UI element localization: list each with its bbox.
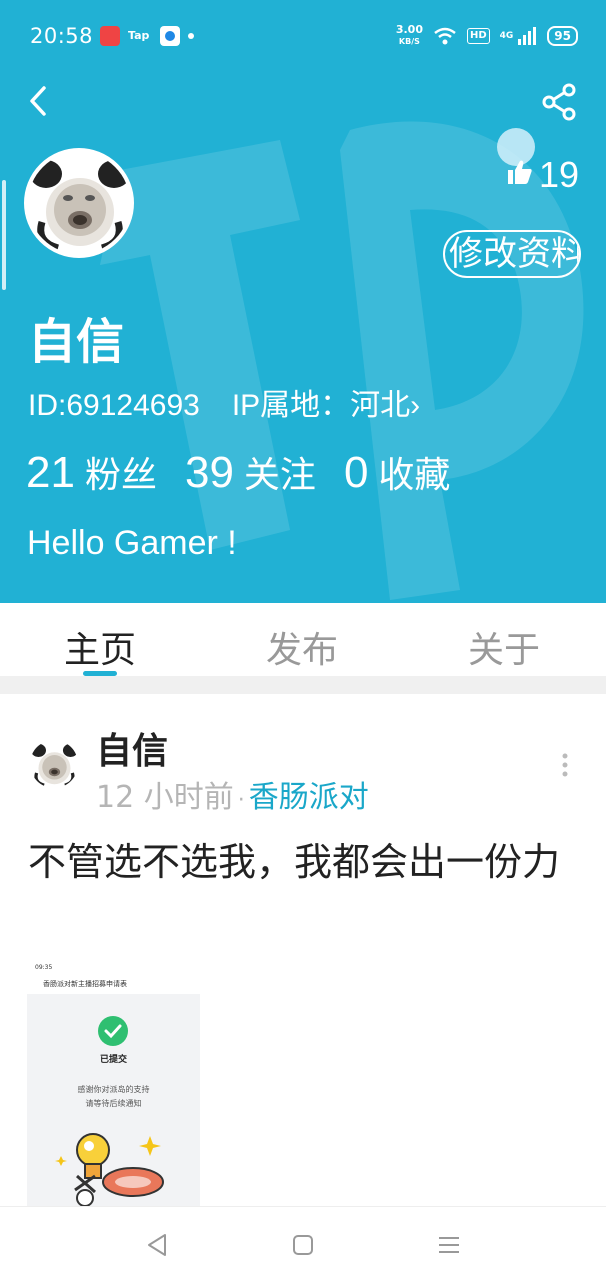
following-label[interactable]: 关注: [244, 446, 316, 498]
tab-posts[interactable]: 发布: [266, 621, 338, 673]
post-author-avatar[interactable]: [30, 740, 78, 788]
panda-face-avatar-image: [28, 152, 130, 254]
favorites-count[interactable]: 0: [344, 448, 368, 498]
likes-count: 19: [539, 154, 580, 195]
profile-avatar[interactable]: [24, 148, 134, 258]
app-notification-icon: [100, 26, 120, 46]
id-ip-line: ID:69124693 IP属地：河北›: [28, 380, 420, 424]
wifi-icon: [434, 27, 456, 44]
profile-username: 自信: [28, 314, 125, 370]
image-status-bar: 09:35: [27, 962, 200, 974]
network-type: 4G: [499, 30, 514, 41]
followers-count[interactable]: 21: [26, 448, 75, 498]
panda-face-avatar-image: [30, 740, 78, 788]
hd-icon: HD: [466, 27, 490, 44]
more-notifications-dot-icon: [188, 33, 194, 39]
post-content: 不管选不选我，我都会出一份力: [28, 840, 561, 884]
app-notification-icon-blue: [160, 26, 180, 46]
system-navigation-bar: [0, 1206, 606, 1280]
back-arrow-icon[interactable]: [26, 84, 52, 118]
edit-profile-button[interactable]: 修改资料: [443, 230, 581, 278]
section-divider: [0, 676, 606, 694]
post-meta: 12 小时前 · 香肠派对: [96, 772, 369, 816]
status-time: 20:58: [30, 24, 94, 48]
more-options-icon[interactable]: [558, 750, 572, 780]
chevron-right-icon: ›: [410, 389, 421, 422]
signal-icon: [518, 26, 537, 45]
tab-home[interactable]: 主页: [64, 621, 136, 673]
user-id: ID:69124693: [28, 389, 200, 422]
tab-about[interactable]: 关于: [468, 621, 540, 673]
taptap-notification-icon: Tap: [128, 29, 150, 42]
image-title-bar: 香肠派对新主播招募申请表: [27, 974, 200, 994]
post-image[interactable]: 09:35 香肠派对新主播招募申请表 已提交 感谢你对派岛的支持 请等待后续通知: [27, 962, 200, 1206]
sausage-mascot-illustration: [55, 1133, 164, 1206]
profile-header: 20:58 Tap 3.00 KB/S HD 4G 95 19 修改资料 自信 …: [0, 0, 606, 603]
following-count[interactable]: 39: [185, 448, 234, 498]
thumbs-up-icon: [508, 160, 532, 184]
share-icon[interactable]: [540, 82, 580, 122]
nav-back-icon[interactable]: [146, 1233, 168, 1257]
followers-label[interactable]: 粉丝: [85, 446, 157, 498]
network-speed: 3.00 KB/S: [395, 23, 423, 46]
meta-separator: ·: [237, 788, 245, 813]
image-message-line1: 感谢你对派岛的支持: [77, 1085, 150, 1094]
nav-menu-icon[interactable]: [437, 1235, 461, 1255]
image-submitted-label: 已提交: [99, 1055, 127, 1065]
nav-home-icon[interactable]: [292, 1234, 314, 1256]
post-game-tag[interactable]: 香肠派对: [249, 780, 369, 815]
status-bar: 20:58 Tap 3.00 KB/S HD 4G 95: [0, 0, 606, 72]
profile-tabs: 主页 发布 关于: [0, 603, 606, 676]
profile-stats: 21 粉丝 39 关注 0 收藏: [26, 446, 478, 498]
favorites-label[interactable]: 收藏: [378, 446, 450, 498]
system-indicators: 3.00 KB/S HD 4G 95: [396, 24, 578, 47]
post-author-name[interactable]: 自信: [96, 722, 168, 774]
ip-location[interactable]: IP属地：河北›: [232, 389, 420, 422]
battery-icon: 95: [547, 25, 578, 46]
scroll-indicator: [2, 180, 6, 290]
success-check-icon: [98, 1016, 128, 1046]
taptap-watermark: [100, 121, 584, 600]
like-counter[interactable]: 19: [495, 128, 595, 195]
notification-icons: Tap: [100, 26, 194, 46]
profile-bio: Hello Gamer !: [27, 524, 237, 562]
post-time: 12 小时前: [96, 780, 234, 815]
image-message-line2: 请等待后续通知: [85, 1099, 142, 1108]
